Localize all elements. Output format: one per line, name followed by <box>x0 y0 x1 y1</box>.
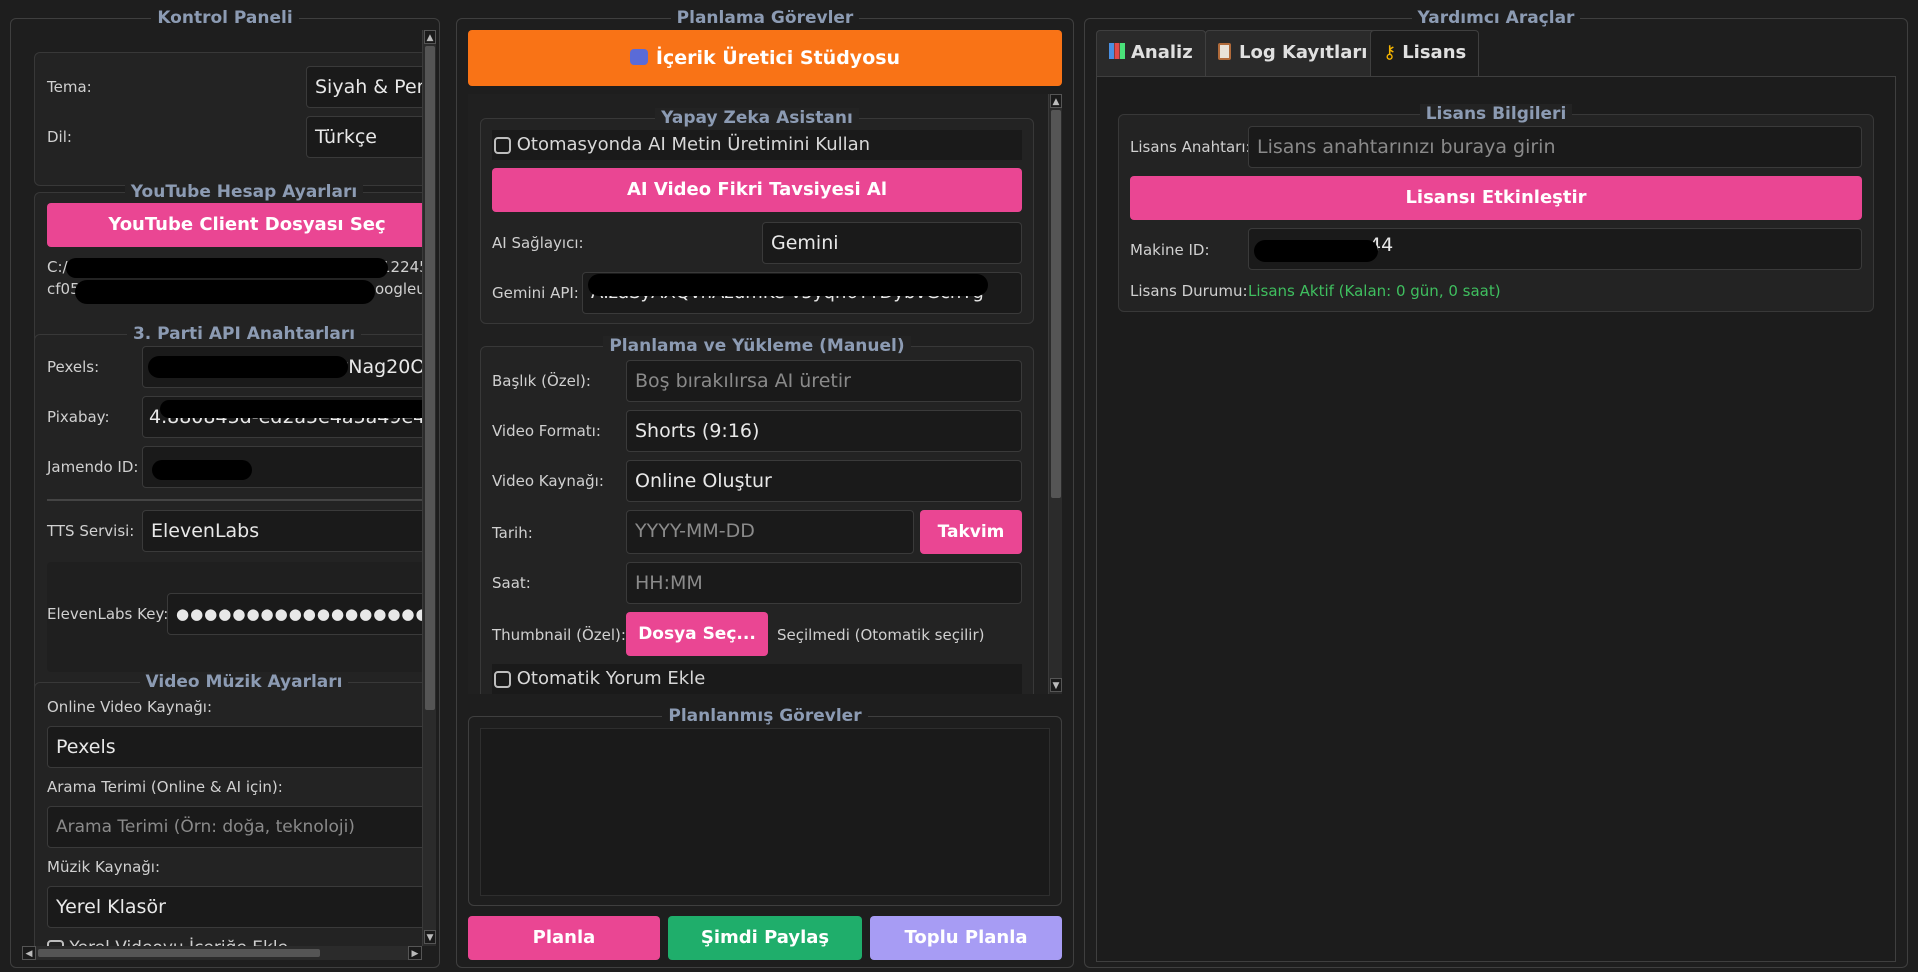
scroll-down-arrow[interactable]: ▼ <box>1050 678 1062 692</box>
elevenlabs-key-input[interactable]: ●●●●●●●●●●●●●●●●●●●●●●●● <box>167 593 422 635</box>
redaction-mark <box>588 274 988 296</box>
scroll-left-arrow[interactable]: ◀ <box>22 946 36 960</box>
online-source-select[interactable]: Pexels <box>47 726 422 768</box>
youtube-client-file-button[interactable]: YouTube Client Dosyası Seç <box>47 203 422 247</box>
robot-icon <box>629 48 648 65</box>
scheduled-tasks-title: Planlanmış Görevler <box>662 706 868 726</box>
redaction-mark <box>160 400 422 418</box>
auto-comment-label: Otomatik Yorum Ekle <box>516 668 706 689</box>
custom-title-input[interactable]: Boş bırakılırsa AI üretir <box>626 360 1022 402</box>
plan-button[interactable]: Planla <box>468 916 660 960</box>
redaction-mark <box>75 280 375 304</box>
video-source-select[interactable]: Online Oluştur <box>626 460 1022 502</box>
client-path-end-2: ooglеus <box>375 280 422 298</box>
api-section-title: 3. Parti API Anahtarları <box>126 324 362 344</box>
thumbnail-file-button[interactable]: Dosya Seç... <box>626 612 768 656</box>
theme-label: Tema: <box>47 78 92 96</box>
control-panel-scroll-area: Tema: Siyah & Pembe Dil: Türkçe YouTube … <box>20 30 422 950</box>
pexels-label: Pexels: <box>47 358 100 376</box>
video-source-label: Video Kaynağı: <box>492 472 604 490</box>
scroll-up-arrow[interactable]: ▲ <box>424 30 436 44</box>
tab-license-label: Lisans <box>1402 42 1467 63</box>
youtube-section-title: YouTube Hesap Ayarları <box>124 182 364 202</box>
share-now-button[interactable]: Şimdi Paylaş <box>668 916 862 960</box>
divider <box>47 499 422 501</box>
scroll-right-arrow[interactable]: ▶ <box>408 946 422 960</box>
auto-comment-row[interactable]: Otomatik Yorum Ekle <box>492 664 1022 694</box>
online-source-label: Online Video Kaynağı: <box>47 698 213 716</box>
bulk-plan-button[interactable]: Toplu Planla <box>870 916 1062 960</box>
tab-logs-label: Log Kayıtları <box>1239 42 1368 63</box>
tab-analysis-label: Analiz <box>1131 42 1193 63</box>
ai-section-title: Yapay Zeka Asistanı <box>655 108 859 128</box>
theme-select[interactable]: Siyah & Pembe <box>306 66 422 108</box>
music-source-label: Müzik Kaynağı: <box>47 858 161 876</box>
tools-panel-title: Yardımcı Araçlar <box>1411 8 1581 28</box>
ai-automation-checkbox[interactable] <box>494 136 511 154</box>
time-label: Saat: <box>492 574 531 592</box>
planning-vertical-scrollbar[interactable]: ▲ ▼ <box>1048 94 1062 694</box>
calendar-button[interactable]: Takvim <box>920 510 1022 554</box>
license-status-label: Lisans Durumu: <box>1130 282 1248 300</box>
ai-provider-label: AI Sağlayıcı: <box>492 234 584 252</box>
ai-provider-select[interactable]: Gemini <box>762 222 1022 264</box>
key-icon: ⚷ <box>1383 42 1397 63</box>
manual-section-title: Planlama ve Yükleme (Manuel) <box>603 336 911 356</box>
planning-scroll-area: Yapay Zeka Asistanı Otomasyonda AI Metin… <box>468 94 1048 694</box>
scheduled-tasks-list[interactable] <box>480 728 1050 896</box>
video-format-select[interactable]: Shorts (9:16) <box>626 410 1022 452</box>
machine-id-label: Makine ID: <box>1130 241 1210 259</box>
studio-button[interactable]: İçerik Üretici Stüdyosu <box>468 30 1062 86</box>
custom-title-label: Başlık (Özel): <box>492 372 591 390</box>
tab-analysis[interactable]: Analiz <box>1096 30 1206 76</box>
scroll-thumb[interactable] <box>425 46 435 710</box>
control-panel-vertical-scrollbar[interactable]: ▲ ▼ <box>422 30 436 946</box>
date-label: Tarih: <box>492 524 533 542</box>
tab-license[interactable]: ⚷ Lisans <box>1370 30 1480 77</box>
scroll-thumb[interactable] <box>1051 110 1061 498</box>
license-status-value: Lisans Aktif (Kalan: 0 gün, 0 saat) <box>1248 282 1501 300</box>
elevenlabs-key-label: ElevenLabs Key: <box>47 605 169 623</box>
tts-service-select[interactable]: ElevenLabs <box>142 510 422 552</box>
chart-icon <box>1109 43 1125 59</box>
thumbnail-label: Thumbnail (Özel): <box>492 626 626 644</box>
auto-comment-checkbox[interactable] <box>494 670 511 688</box>
search-term-label: Arama Terimi (Online & AI için): <box>47 778 283 796</box>
redaction-mark <box>1254 240 1378 262</box>
redaction-mark <box>152 460 252 480</box>
language-select[interactable]: Türkçe <box>306 116 422 158</box>
redaction-mark <box>148 356 348 378</box>
ai-automation-label: Otomasyonda AI Metin Üretimini Kullan <box>516 134 871 155</box>
tab-logs[interactable]: Log Kayıtları <box>1205 30 1381 76</box>
jamendo-label: Jamendo ID: <box>47 458 139 476</box>
scroll-up-arrow[interactable]: ▲ <box>1050 94 1062 108</box>
control-panel-title: Kontrol Paneli <box>151 8 299 28</box>
horizontal-scroll-thumb[interactable] <box>38 949 320 957</box>
planning-panel-title: Planlama Görevler <box>670 8 860 28</box>
clipboard-icon <box>1218 42 1231 60</box>
pexels-key-tail: vNag20OC <box>337 356 422 378</box>
language-label: Dil: <box>47 128 72 146</box>
music-source-select[interactable]: Yerel Klasör <box>47 886 422 928</box>
ai-automation-row[interactable]: Otomasyonda AI Metin Üretimini Kullan <box>492 130 1022 160</box>
activate-license-button[interactable]: Lisansı Etkinleştir <box>1130 176 1862 220</box>
control-panel-horizontal-scrollbar[interactable]: ◀ ▶ <box>22 946 422 960</box>
client-path-start-1: C:/ <box>47 258 68 276</box>
video-format-label: Video Formatı: <box>492 422 601 440</box>
search-term-input[interactable]: Arama Terimi (Örn: doğa, teknoloji) <box>47 806 422 848</box>
thumbnail-status: Seçilmedi (Otomatik seçilir) <box>777 626 985 644</box>
ai-idea-button[interactable]: AI Video Fikri Tavsiyesi Al <box>492 168 1022 212</box>
license-key-label: Lisans Anahtarı: <box>1130 138 1251 156</box>
license-key-input[interactable]: Lisans anahtarınızı buraya girin <box>1248 126 1862 168</box>
pixabay-label: Pixabay: <box>47 408 110 426</box>
date-input[interactable]: YYYY-MM-DD <box>626 510 914 554</box>
license-info-title: Lisans Bilgileri <box>1419 104 1573 124</box>
media-section-title: Video Müzik Ayarları <box>139 672 349 692</box>
scroll-down-arrow[interactable]: ▼ <box>424 930 436 944</box>
tts-label: TTS Servisi: <box>47 522 135 540</box>
studio-button-label: İçerik Üretici Stüdyosu <box>655 47 901 69</box>
redaction-mark <box>66 258 388 278</box>
gemini-api-label: Gemini API: <box>492 284 579 302</box>
time-input[interactable]: HH:MM <box>626 562 1022 604</box>
